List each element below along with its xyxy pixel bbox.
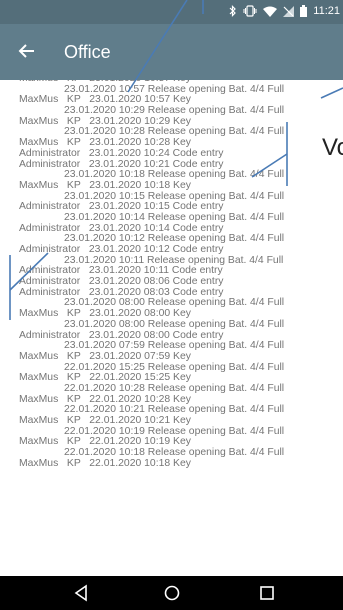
bluetooth-icon (229, 5, 237, 17)
home-circle-icon[interactable] (163, 584, 181, 607)
event-log-list: MaxMus KP 23.01.2020 10:57 Key23.01.2020… (19, 80, 343, 469)
status-time: 11:21 (313, 5, 340, 17)
status-icons: 11:21 (229, 5, 340, 17)
log-entry: 23.01.2020 08:00 Release opening Bat. 4/… (64, 318, 285, 330)
vibrate-icon (243, 5, 257, 17)
log-entry: MaxMus KP 23.01.2020 10:18 Key (19, 179, 191, 191)
wifi-icon (263, 6, 278, 17)
back-triangle-icon[interactable] (73, 584, 91, 607)
battery-icon (300, 5, 308, 17)
log-entry: MaxMus KP 23.01.2020 07:59 Key (19, 350, 191, 362)
log-entry: MaxMus KP 22.01.2020 10:18 Key (19, 457, 191, 469)
log-entry: Administrator 23.01.2020 10:24 Code entr… (19, 147, 224, 159)
app-bar: Office (0, 24, 343, 80)
navigation-bar (0, 576, 343, 610)
status-bar: 11:21 (0, 0, 343, 24)
page-title: Office (64, 42, 111, 62)
annotation-text: Vo (322, 134, 343, 161)
no-sim-icon (283, 5, 295, 17)
recents-square-icon[interactable] (258, 584, 276, 607)
event-log[interactable]: MaxMus KP 23.01.2020 10:57 Key23.01.2020… (0, 80, 343, 576)
back-arrow-icon[interactable] (14, 38, 40, 64)
